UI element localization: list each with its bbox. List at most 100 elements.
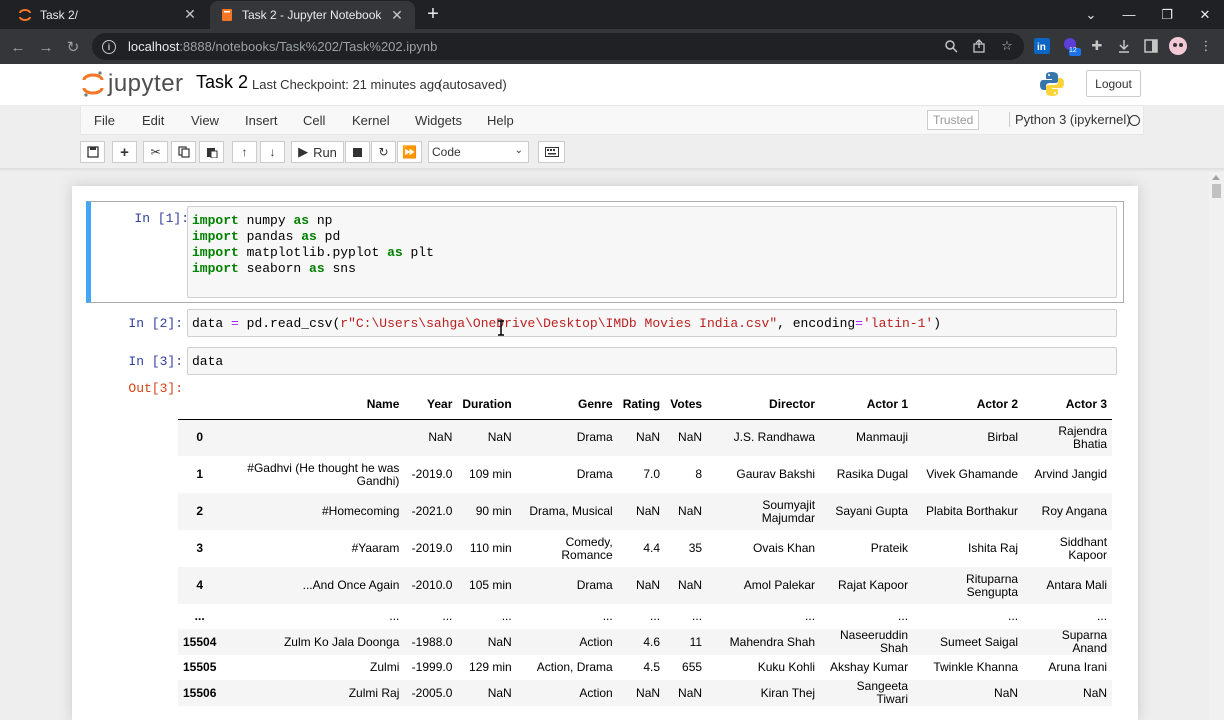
share-icon[interactable] [970, 37, 988, 55]
back-icon[interactable]: ← [8, 37, 28, 57]
kernel-name[interactable]: Python 3 (ipykernel) [1009, 112, 1131, 127]
cut-button[interactable]: ✂ [143, 141, 168, 163]
table-cell: 4.6 [643, 634, 661, 649]
browser-menu-icon[interactable]: ⋮ [1196, 36, 1216, 56]
table-row: 4 ...And Once Again -2010.0 105 min Drama NaN… [178, 567, 1113, 604]
logout-button[interactable]: Logout [1086, 70, 1141, 97]
forward-icon[interactable]: → [36, 37, 56, 57]
table-cell: 35 [688, 541, 703, 555]
interrupt-button[interactable] [345, 141, 370, 163]
menu-cell[interactable]: Cell [303, 113, 325, 128]
table-cell: Suparna Anand [1061, 628, 1108, 655]
trusted-indicator[interactable]: Trusted [927, 110, 980, 130]
menu-insert[interactable]: Insert [245, 113, 278, 128]
code-cell-2[interactable]: In [2]: data = pd.read_csv(r"C:\Users\sa… [86, 308, 1124, 340]
table-cell: ... [1008, 609, 1019, 623]
scroll-up-icon[interactable] [1212, 175, 1220, 180]
table-cell: NaN [678, 578, 703, 592]
table-cell: Zulmi [370, 660, 400, 674]
bookmark-star-icon[interactable]: ☆ [998, 37, 1016, 55]
minimize-icon[interactable]: — [1110, 0, 1148, 29]
table-row: 15504 Zulm Ko Jala Doonga -1988.0 NaN Action… [178, 628, 1113, 655]
paste-button[interactable] [199, 141, 224, 163]
move-up-button[interactable]: ↑ [232, 141, 257, 163]
menu-file[interactable]: File [94, 113, 115, 128]
site-info-icon[interactable]: i [102, 39, 116, 54]
python-logo-icon [1038, 70, 1066, 103]
copy-button[interactable] [171, 141, 196, 163]
table-cell: Gaurav Bakshi [736, 467, 816, 481]
table-cell: Rajat Kapoor [838, 578, 909, 592]
close-tab-icon[interactable]: ✕ [182, 6, 198, 23]
table-cell: Aruna Irani [1048, 660, 1108, 674]
code-line: import seaborn as sns [192, 261, 356, 276]
table-cell: Plabita Borthakur [926, 504, 1019, 518]
browser-tab-notebook[interactable]: Task 2 - Jupyter Notebook ✕ [210, 1, 415, 29]
menu-kernel[interactable]: Kernel [352, 113, 390, 128]
notebook-name[interactable]: Task 2 [196, 72, 248, 93]
input-prompt: In [2]: [128, 316, 183, 331]
side-panel-icon[interactable] [1141, 36, 1161, 56]
restart-run-all-button[interactable]: ⏩ [397, 141, 422, 163]
table-cell: Ovais Khan [753, 541, 816, 555]
close-window-icon[interactable]: ✕ [1186, 0, 1224, 29]
page-scrollbar[interactable] [1209, 172, 1224, 720]
table-cell: Drama [576, 430, 613, 445]
extension-badge-icon[interactable]: 12 [1061, 36, 1081, 56]
play-icon: ▶ [298, 144, 309, 159]
table-cell: Vivek Ghamande [926, 467, 1019, 481]
autosave-status: (autosaved) [438, 77, 507, 92]
column-header: Actor 3 [1023, 391, 1113, 420]
save-button[interactable] [80, 141, 105, 163]
zoom-icon[interactable] [942, 37, 960, 55]
code-line: import pandas as pd [192, 229, 341, 244]
menu-help[interactable]: Help [487, 113, 514, 128]
insert-cell-button[interactable]: + [112, 141, 137, 163]
row-index: 15506 [183, 685, 217, 700]
table-cell: Amol Palekar [743, 578, 816, 592]
command-palette-button[interactable] [538, 141, 565, 163]
table-cell: 109 min [469, 467, 512, 481]
reload-icon[interactable]: ↻ [63, 37, 83, 57]
browser-tab-strip: Task 2/ ✕ Task 2 - Jupyter Notebook ✕ + … [0, 0, 1224, 29]
linkedin-extension-icon[interactable]: in [1032, 36, 1052, 56]
table-cell: NaN [678, 430, 703, 445]
notebook-container: In [1]: import numpy as np import pandas… [72, 186, 1138, 720]
cell-type-select[interactable]: Code ⌄ [428, 141, 529, 163]
table-cell: #Gadhvi (He thought he was Gandhi) [247, 460, 400, 488]
table-row: 2 #Homecoming -2021.0 90 min Drama, Musical N… [178, 493, 1113, 530]
run-button[interactable]: ▶ Run [291, 141, 344, 163]
table-cell: NaN [636, 685, 661, 700]
extensions-puzzle-icon[interactable]: ✚ [1087, 36, 1107, 56]
table-cell: NaN [994, 685, 1019, 700]
menu-edit[interactable]: Edit [142, 113, 164, 128]
close-tab-icon[interactable]: ✕ [389, 7, 405, 24]
jupyter-logo[interactable]: jupyter [82, 69, 184, 99]
code-editor[interactable]: data [187, 347, 1117, 375]
table-cell: Drama, Musical [529, 504, 613, 518]
row-index: 1 [196, 467, 204, 481]
restore-icon[interactable]: ❐ [1148, 0, 1186, 29]
menu-widgets[interactable]: Widgets [415, 113, 462, 128]
table-cell: NaN [1083, 685, 1108, 700]
code-editor[interactable]: import numpy as np import pandas as pd i… [187, 206, 1117, 298]
restart-kernel-button[interactable]: ↻ [371, 141, 396, 163]
column-header: Name [221, 391, 405, 420]
table-cell: Ishita Raj [968, 541, 1019, 555]
profile-avatar[interactable] [1168, 36, 1188, 56]
address-bar[interactable]: i localhost:8888/notebooks/Task%202/Task… [92, 33, 1024, 60]
code-editor[interactable]: data = pd.read_csv(r"C:\Users\sahga\OneD… [187, 309, 1117, 337]
new-tab-icon[interactable]: + [423, 4, 443, 24]
menu-view[interactable]: View [191, 113, 219, 128]
browser-tab-task2-folder[interactable]: Task 2/ ✕ [8, 0, 208, 29]
tab-search-icon[interactable]: ⌄ [1072, 0, 1110, 29]
code-cell-1[interactable]: In [1]: import numpy as np import pandas… [86, 201, 1124, 303]
code-line: import matplotlib.pyplot as plt [192, 245, 434, 260]
jupyter-logo-icon [82, 71, 104, 97]
move-down-button[interactable]: ↓ [260, 141, 285, 163]
jupyter-wordmark: jupyter [108, 70, 184, 97]
dataframe-header-row: Name Year Duration Genre Rating Votes Director… [178, 391, 1113, 420]
scrollbar-thumb[interactable] [1212, 184, 1221, 198]
table-cell: Zulm Ko Jala Doonga [283, 634, 400, 649]
download-icon[interactable] [1114, 36, 1134, 56]
